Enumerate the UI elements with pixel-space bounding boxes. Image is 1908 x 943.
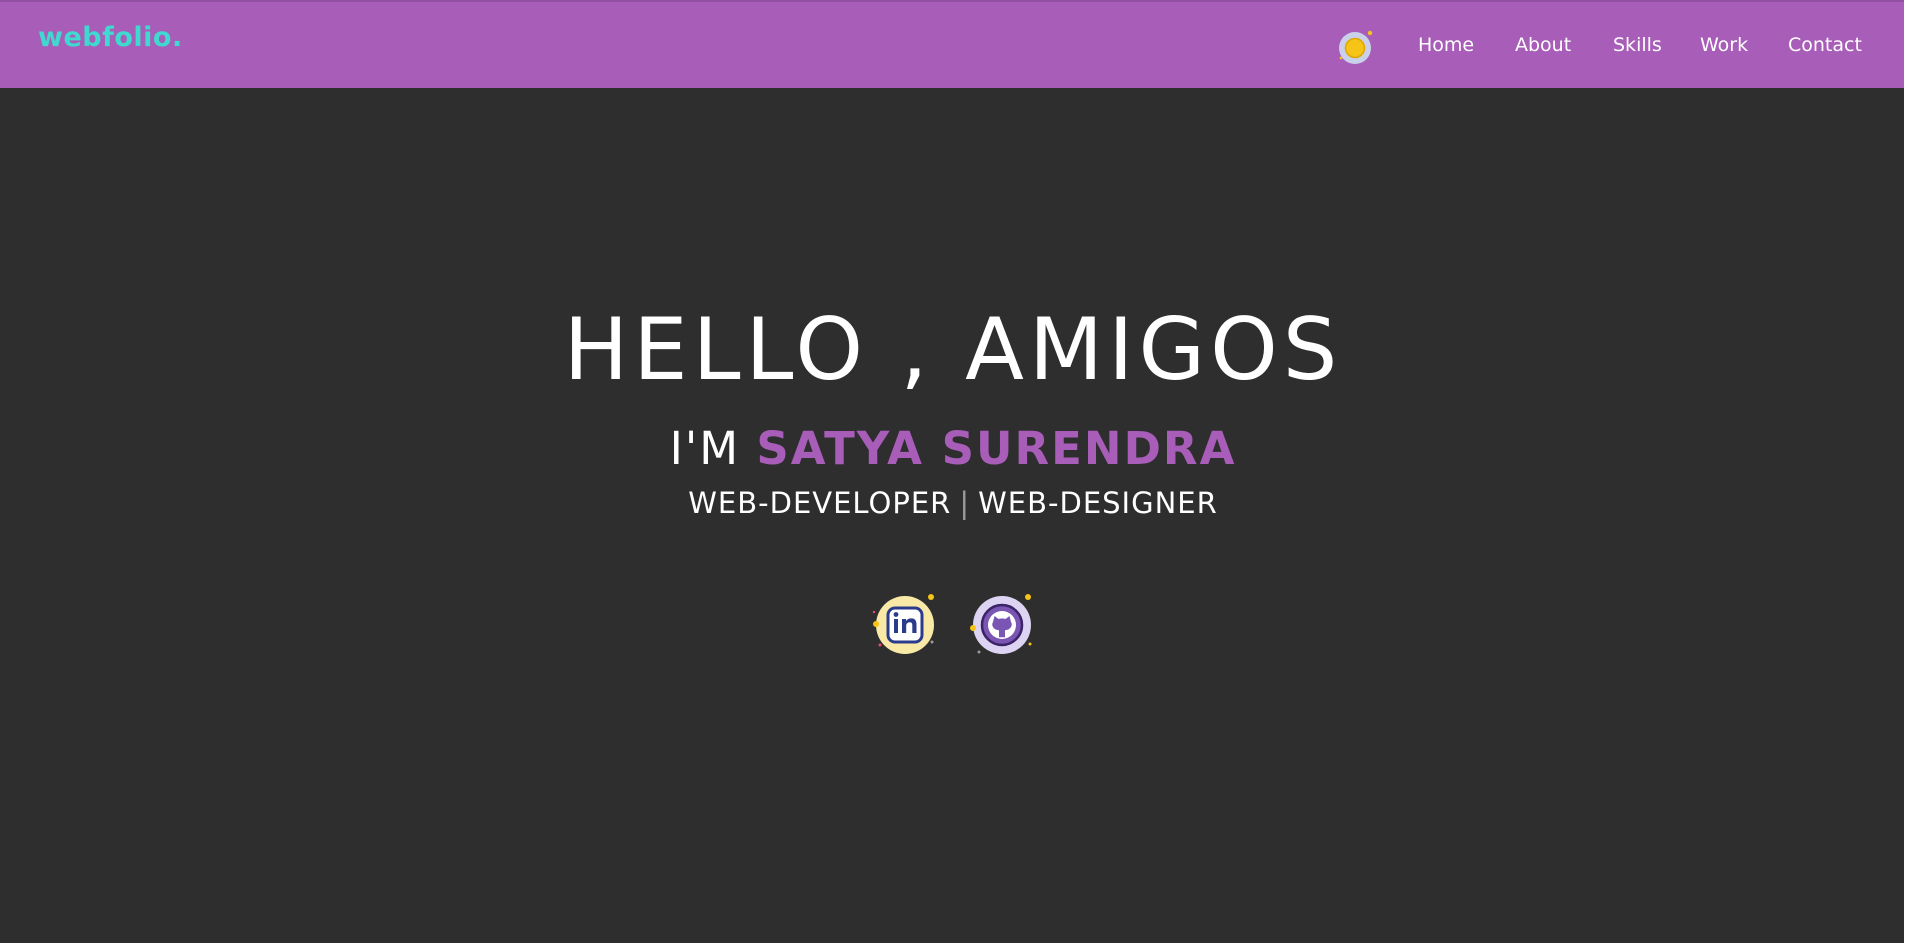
role-designer: WEB-DESIGNER <box>978 486 1218 520</box>
nav-link-skills[interactable]: Skills <box>1613 34 1662 56</box>
page-edge <box>1904 0 1906 943</box>
nav-link-contact[interactable]: Contact <box>1788 34 1862 56</box>
nav-links: Home About Skills Work Contact <box>0 34 1906 62</box>
role-developer: WEB-DEVELOPER <box>688 486 952 520</box>
nav-link-work[interactable]: Work <box>1700 34 1748 56</box>
page: webfolio. Home About Skills Work Contact… <box>0 0 1906 943</box>
github-icon <box>970 594 1032 654</box>
hero-name: SATYA SURENDRA <box>756 422 1237 475</box>
role-separator: | <box>959 486 971 520</box>
linkedin-icon <box>872 594 934 654</box>
nav-link-home[interactable]: Home <box>1418 34 1474 56</box>
hero-greeting: HELLO , AMIGOS <box>563 300 1343 400</box>
github-link[interactable] <box>967 590 1037 660</box>
hero-intro: I'M SATYA SURENDRA <box>0 422 1906 475</box>
navbar: webfolio. Home About Skills Work Contact <box>0 0 1906 88</box>
linkedin-link[interactable] <box>870 590 940 660</box>
intro-prefix: I'M <box>669 422 741 475</box>
hero-roles: WEB-DEVELOPER | WEB-DESIGNER <box>0 486 1906 520</box>
nav-link-about[interactable]: About <box>1515 34 1571 56</box>
